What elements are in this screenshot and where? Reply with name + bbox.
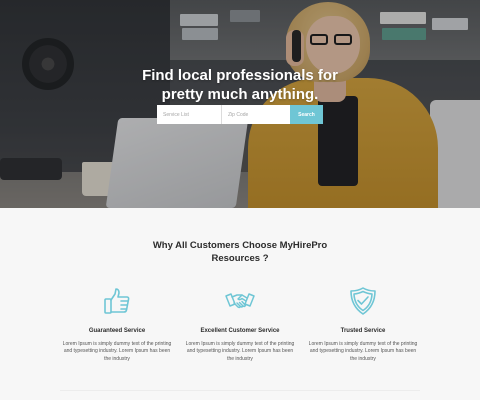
hero-overlay [0, 0, 480, 208]
feature-description: Lorem Ipsum is simply dummy text of the … [185, 341, 295, 362]
shield-check-icon [350, 287, 376, 315]
feature-description: Lorem Ipsum is simply dummy text of the … [62, 341, 172, 362]
why-title: Why All Customers Choose MyHirePro Resou… [0, 239, 480, 265]
why-title-line2: Resources ? [211, 253, 269, 264]
feature-excellent-customer-service: Excellent Customer Service Lorem Ipsum i… [175, 286, 305, 363]
feature-title: Guaranteed Service [88, 328, 146, 334]
feature-title: Trusted Service [340, 328, 386, 334]
feature-trusted-service: Trusted Service Lorem Ipsum is simply du… [298, 286, 428, 363]
hero-title-line1: Find local professionals for [142, 67, 338, 84]
handshake-icon [225, 293, 255, 309]
why-choose-section: Why All Customers Choose MyHirePro Resou… [0, 208, 480, 400]
hero-title-line2: pretty much anything. [161, 86, 319, 103]
feature-guaranteed-service: Guaranteed Service Lorem Ipsum is simply… [52, 286, 182, 363]
service-list-input[interactable] [157, 105, 222, 124]
zip-code-input[interactable] [222, 105, 290, 124]
feature-title: Excellent Customer Service [200, 328, 280, 334]
why-title-line1: Why All Customers Choose MyHirePro [152, 240, 328, 251]
hero-title: Find local professionals for pretty much… [0, 66, 480, 104]
section-divider [60, 390, 420, 391]
thumbs-up-icon [104, 288, 130, 314]
search-button[interactable]: Search [290, 105, 323, 124]
search-bar: Search [157, 105, 323, 124]
feature-description: Lorem Ipsum is simply dummy text of the … [308, 341, 418, 362]
hero-banner: Find local professionals for pretty much… [0, 0, 480, 208]
